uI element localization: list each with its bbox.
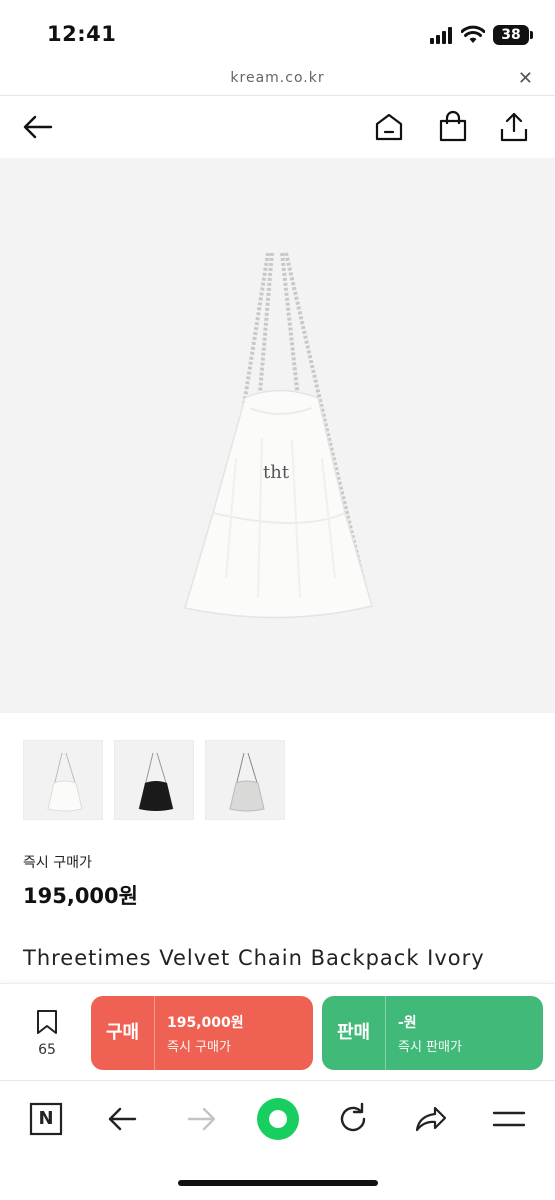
wishlist-button[interactable]: 65 — [25, 1008, 69, 1058]
product-price: 195,000원 — [23, 884, 138, 908]
back-arrow-icon[interactable] — [21, 110, 55, 144]
clock: 12:41 — [47, 22, 117, 46]
svg-text:tht: tht — [263, 462, 290, 483]
home-icon[interactable] — [372, 110, 406, 144]
naver-n-icon[interactable]: N — [26, 1099, 66, 1139]
signal-icon — [430, 26, 456, 44]
thumbnail-black[interactable] — [114, 740, 194, 820]
sell-sub-label: 즉시 판매가 — [398, 1040, 462, 1055]
wish-count: 65 — [38, 1042, 56, 1058]
green-dot-icon[interactable] — [256, 1097, 300, 1141]
wifi-icon — [461, 25, 485, 43]
menu-icon[interactable] — [489, 1099, 529, 1139]
product-image[interactable]: tht — [0, 158, 555, 713]
close-icon[interactable]: ✕ — [518, 68, 533, 89]
home-indicator — [178, 1180, 378, 1186]
reload-icon[interactable] — [333, 1099, 373, 1139]
share-icon[interactable] — [497, 110, 531, 144]
shopping-bag-icon[interactable] — [436, 110, 470, 144]
share-arrow-icon[interactable] — [411, 1099, 451, 1139]
thumbnail-grey[interactable] — [205, 740, 285, 820]
battery-icon: 38 — [493, 25, 529, 45]
bookmark-icon — [37, 1010, 57, 1034]
top-navigation — [0, 96, 555, 158]
sell-button[interactable]: 판매 -원 즉시 판매가 — [322, 996, 543, 1070]
address-bar[interactable]: kream.co.kr ✕ — [0, 64, 555, 96]
forward-icon[interactable] — [181, 1099, 221, 1139]
back-icon[interactable] — [103, 1099, 143, 1139]
thumbnail-ivory[interactable] — [23, 740, 103, 820]
url-text[interactable]: kream.co.kr — [0, 70, 555, 86]
product-name: Threetimes Velvet Chain Backpack Ivory — [23, 946, 485, 970]
naver-n-label: N — [38, 1108, 54, 1129]
battery-tip — [530, 31, 533, 39]
backpack-illustration: tht — [184, 252, 373, 619]
status-bar: 12:41 38 — [0, 0, 555, 64]
sell-price: -원 — [398, 1015, 417, 1031]
purchase-action-bar: 65 구매 195,000원 즉시 구매가 판매 -원 즉시 판매가 — [0, 983, 555, 1080]
buy-button[interactable]: 구매 195,000원 즉시 구매가 — [91, 996, 313, 1070]
instant-buy-price-label: 즉시 구매가 — [23, 855, 92, 871]
buy-label: 구매 — [91, 996, 155, 1070]
buy-sub-label: 즉시 구매가 — [167, 1040, 231, 1055]
buy-price: 195,000원 — [167, 1015, 244, 1031]
sell-label: 판매 — [322, 996, 386, 1070]
